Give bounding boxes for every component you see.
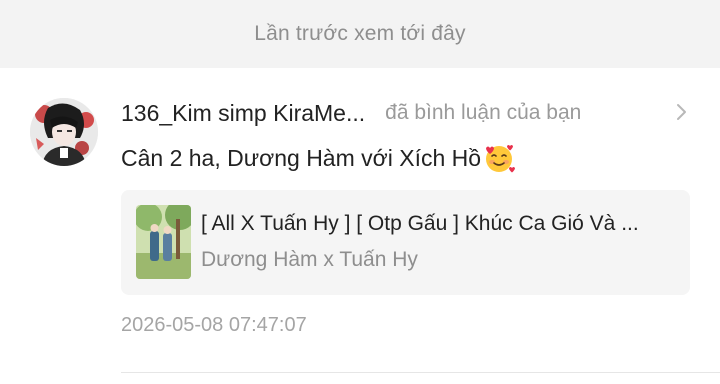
- timestamp: 2026-05-08 07:47:07: [121, 314, 307, 336]
- avatar-illustration-icon: [30, 98, 98, 166]
- story-cover-icon: [136, 205, 191, 279]
- comment-text-row: Cân 2 ha, Dương Hàm với Xích Hồ: [121, 140, 681, 176]
- story-card[interactable]: [ All X Tuấn Hy ] [ Otp Gấu ] Khúc Ca Gi…: [121, 190, 690, 295]
- last-read-divider: Lần trước xem tới đây: [0, 0, 720, 68]
- username-link[interactable]: 136_Kim simp KiraMe...: [121, 100, 365, 127]
- story-title: [ All X Tuấn Hy ] [ Otp Gấu ] Khúc Ca Gi…: [201, 212, 639, 235]
- smiling-face-with-hearts-icon: [483, 142, 516, 174]
- last-read-label: Lần trước xem tới đây: [254, 22, 466, 45]
- notification-header: 136_Kim simp KiraMe... đã bình luận của …: [121, 98, 681, 128]
- comment-text: Cân 2 ha, Dương Hàm với Xích Hồ: [121, 144, 482, 171]
- action-text: đã bình luận của bạn: [385, 101, 582, 124]
- chevron-right-icon[interactable]: [672, 98, 692, 126]
- divider-line: [121, 372, 720, 373]
- story-authors: Dương Hàm x Tuấn Hy: [201, 248, 418, 271]
- user-avatar[interactable]: [30, 98, 98, 166]
- comment-notification[interactable]: 136_Kim simp KiraMe... đã bình luận của …: [0, 68, 720, 384]
